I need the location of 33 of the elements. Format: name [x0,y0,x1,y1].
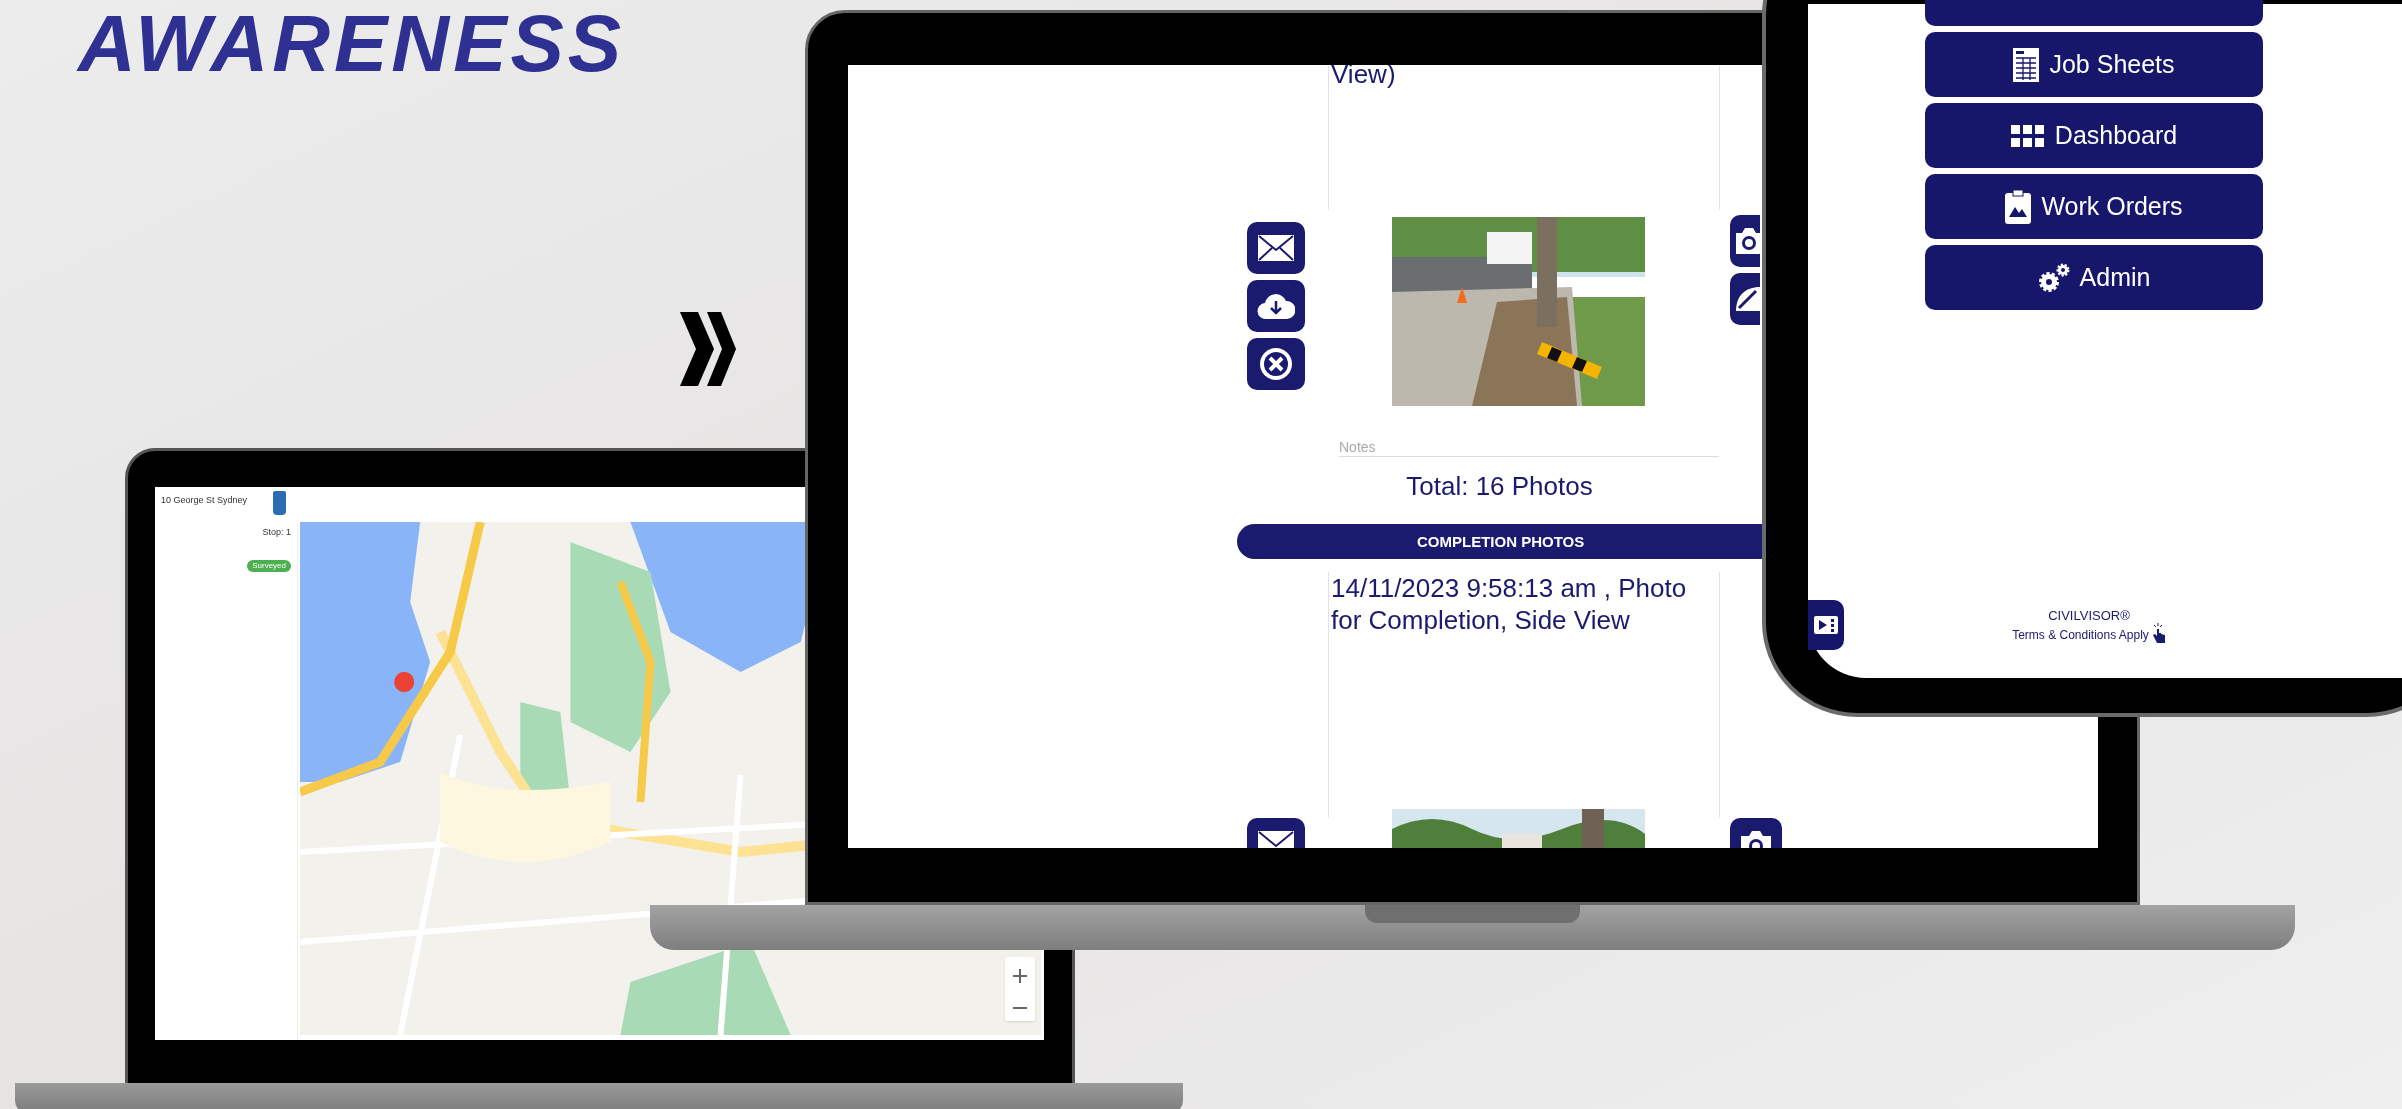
gallery-button[interactable] [1730,273,1760,325]
stop-label: Stop: 1 [262,526,291,539]
menu-button[interactable]: Work Orders [1925,174,2263,239]
camera-button[interactable] [1730,215,1760,267]
video-icon [1814,616,1838,634]
status-badge: Surveyed [247,559,291,572]
photo-total: Total: 16 Photos [1406,471,1593,501]
download-button[interactable] [1247,280,1305,332]
email-button[interactable] [1247,222,1305,274]
spreadsheet-icon [2013,47,2040,82]
menu-button[interactable]: Job Sheets [1925,32,2263,97]
photo-caption: 14/11/2023 9:58:13 am , Photo for Completion, Side View [1331,572,1688,636]
clipboard-icon [2005,189,2032,224]
mail-icon [1257,234,1295,262]
chevrons-icon [680,312,736,386]
grid-icon [2010,124,2045,147]
terms-link[interactable]: Terms & Conditions Apply [2012,627,2149,643]
zoom-in-icon[interactable] [1013,969,1027,983]
hand-pointer-icon [2151,622,2166,643]
photo-caption: View) [1331,65,1397,89]
video-button[interactable] [1808,600,1844,650]
camera-icon [1736,227,1760,255]
menu-button[interactable]: Admin [1925,245,2263,310]
brand-label: CIVILVISOR® [2048,607,2130,623]
close-icon [1258,346,1294,382]
gears-icon [2037,262,2070,293]
cloud-download-icon [1257,292,1295,320]
headline: AWARENESS [78,4,626,84]
menu-button[interactable]: Dashboard [1925,103,2263,168]
leaf-icon [1736,284,1760,314]
delete-button[interactable] [1247,338,1305,390]
address-label: 10 George St Sydney [161,494,248,507]
map-badge[interactable] [273,491,287,515]
